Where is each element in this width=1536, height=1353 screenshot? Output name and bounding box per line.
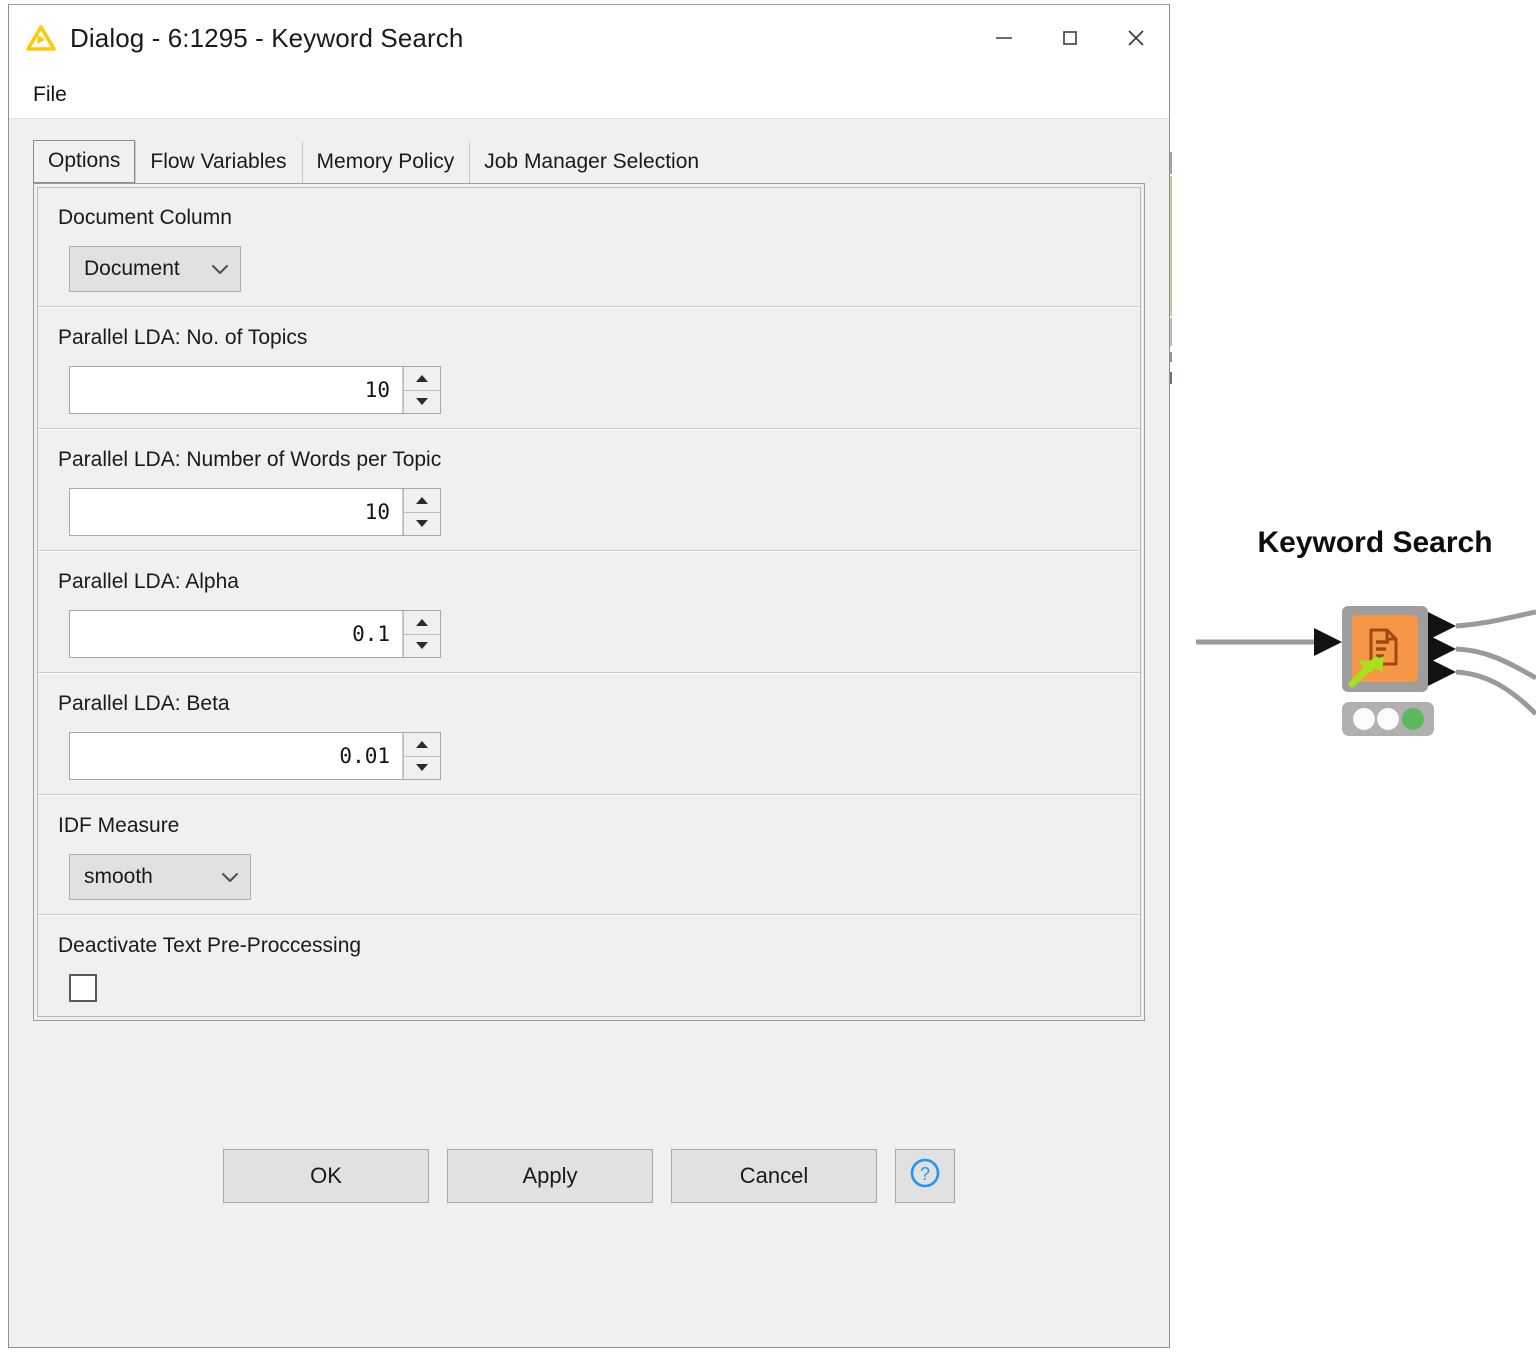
beta-spin-buttons [403,733,440,779]
no-of-topics-input[interactable]: 10 [70,367,403,413]
spinner-up-icon[interactable] [404,733,440,757]
cancel-button[interactable]: Cancel [671,1149,877,1203]
words-per-topic-spin-buttons [403,489,440,535]
alpha-input[interactable]: 0.1 [70,611,403,657]
spinner-down-icon[interactable] [404,756,440,779]
spinner-down-icon[interactable] [404,512,440,535]
input-port-arrow [1314,628,1342,656]
status-light-idle-1 [1353,708,1375,730]
beta-control-wrap: 0.01 [38,732,1140,780]
output-port-arrow-1 [1428,612,1456,640]
dialog-footer: OK Apply Cancel ? [9,1021,1169,1347]
title-bar: Dialog - 6:1295 - Keyword Search [9,5,1169,71]
menu-bar: File [9,71,1169,119]
help-question-icon: ? [908,1156,942,1196]
tab-options[interactable]: Options [33,140,136,183]
alpha-spin-buttons [403,611,440,657]
words-per-topic-input[interactable]: 10 [70,489,403,535]
chevron-down-icon [220,870,240,884]
idf-measure-value: smooth [84,865,153,888]
output-connection-line-1 [1455,609,1536,629]
alpha-spinner[interactable]: 0.1 [69,610,441,658]
node-graphic [1196,606,1536,736]
spinner-down-icon[interactable] [404,390,440,413]
tab-flow-variables[interactable]: Flow Variables [135,141,302,183]
apply-button[interactable]: Apply [447,1149,653,1203]
section-words-per-topic: Parallel LDA: Number of Words per Topic … [38,429,1140,551]
section-idf-measure: IDF Measure smooth [38,795,1140,915]
status-light-idle-2 [1377,708,1399,730]
spinner-up-icon[interactable] [404,367,440,391]
node-status-traffic-light [1342,702,1434,736]
no-of-topics-control-wrap: 10 [38,366,1140,414]
document-column-control-wrap: Document [38,246,1140,292]
menu-file[interactable]: File [25,80,75,110]
title-bar-left: Dialog - 6:1295 - Keyword Search [9,23,463,54]
beta-spinner[interactable]: 0.01 [69,732,441,780]
beta-label: Parallel LDA: Beta [58,692,230,715]
words-per-topic-spinner[interactable]: 10 [69,488,441,536]
ok-button[interactable]: OK [223,1149,429,1203]
beta-input[interactable]: 0.01 [70,733,403,779]
dialog-body: Options Flow Variables Memory Policy Job… [9,119,1169,1347]
help-button[interactable]: ? [895,1149,955,1203]
chevron-down-icon [210,262,230,276]
options-panel-inner: Document Column Document Parallel LDA: N… [37,187,1141,1017]
spinner-down-icon[interactable] [404,634,440,657]
section-no-of-topics: Parallel LDA: No. of Topics 10 [38,307,1140,429]
spinner-up-icon[interactable] [404,489,440,513]
document-column-label: Document Column [58,206,232,229]
idf-measure-control-wrap: smooth [38,854,1140,900]
output-connection-line-3 [1455,669,1536,716]
section-alpha: Parallel LDA: Alpha 0.1 [38,551,1140,673]
tab-memory-policy[interactable]: Memory Policy [301,141,470,183]
idf-measure-combobox[interactable]: smooth [69,854,251,900]
workflow-node-keyword-search[interactable]: Keyword Search [1196,516,1536,766]
deactivate-preprocessing-control-wrap [38,974,1140,1002]
status-light-green [1402,708,1424,730]
alpha-control-wrap: 0.1 [38,610,1140,658]
svg-text:?: ? [920,1164,930,1184]
close-button[interactable] [1103,5,1169,71]
window-title: Dialog - 6:1295 - Keyword Search [70,22,464,53]
tab-job-manager-selection[interactable]: Job Manager Selection [469,141,715,183]
alpha-label: Parallel LDA: Alpha [58,570,239,593]
idf-measure-label: IDF Measure [58,814,180,837]
no-of-topics-spin-buttons [403,367,440,413]
knime-triangle-icon [26,25,56,51]
window-controls [971,5,1169,71]
options-panel: Document Column Document Parallel LDA: N… [33,183,1145,1021]
section-beta: Parallel LDA: Beta 0.01 [38,673,1140,795]
document-column-value: Document [84,257,180,280]
output-port-arrow-3 [1428,658,1456,686]
section-deactivate-preprocessing: Deactivate Text Pre-Proccessing [38,915,1140,1016]
no-of-topics-spinner[interactable]: 10 [69,366,441,414]
minimize-button[interactable] [971,5,1037,71]
deactivate-preprocessing-label: Deactivate Text Pre-Proccessing [58,934,362,957]
no-of-topics-label: Parallel LDA: No. of Topics [58,326,308,349]
output-port-arrow-2 [1428,635,1456,663]
words-per-topic-control-wrap: 10 [38,488,1140,536]
words-per-topic-label: Parallel LDA: Number of Words per Topic [58,448,442,471]
node-title: Keyword Search [1257,526,1493,559]
maximize-button[interactable] [1037,5,1103,71]
screen: Dialog - 6:1295 - Keyword Search File Op… [0,0,1536,1353]
dialog-window: Dialog - 6:1295 - Keyword Search File Op… [8,4,1170,1348]
section-document-column: Document Column Document [38,188,1140,307]
document-column-combobox[interactable]: Document [69,246,241,292]
deactivate-preprocessing-checkbox[interactable] [69,974,97,1002]
tab-strip: Options Flow Variables Memory Policy Job… [9,119,1169,183]
spinner-up-icon[interactable] [404,611,440,635]
